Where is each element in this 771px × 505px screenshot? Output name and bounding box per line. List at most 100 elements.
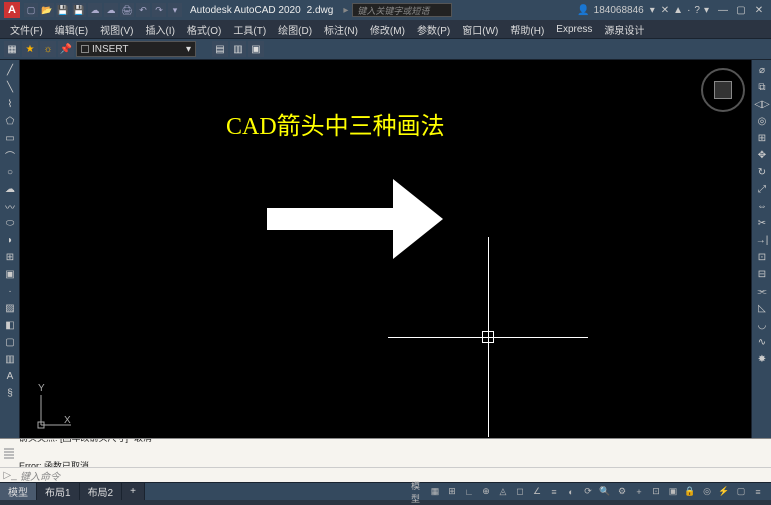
erase-tool-icon[interactable]: ⌀ bbox=[754, 62, 770, 78]
helix-tool-icon[interactable]: § bbox=[2, 385, 18, 401]
xline-tool-icon[interactable]: ╲ bbox=[2, 79, 18, 95]
workspace-icon[interactable]: ⚙ bbox=[615, 485, 629, 499]
customization-icon[interactable]: ≡ bbox=[751, 485, 765, 499]
point-tool-icon[interactable]: · bbox=[2, 283, 18, 299]
command-grip-icon[interactable] bbox=[4, 448, 16, 459]
ortho-toggle-icon[interactable]: ∟ bbox=[462, 485, 476, 499]
annotation-monitor-icon[interactable]: + bbox=[632, 485, 646, 499]
hatch-tool-icon[interactable]: ▨ bbox=[2, 300, 18, 316]
spline-tool-icon[interactable]: 〰 bbox=[2, 198, 18, 214]
break-point-icon[interactable]: ⊡ bbox=[754, 249, 770, 265]
social-icon[interactable]: ▲ bbox=[673, 5, 683, 16]
ellipse-tool-icon[interactable]: ⬭ bbox=[2, 215, 18, 231]
isodraft-toggle-icon[interactable]: ◬ bbox=[496, 485, 510, 499]
chamfer-tool-icon[interactable]: ◺ bbox=[754, 300, 770, 316]
grid-toggle-icon[interactable]: ▦ bbox=[428, 485, 442, 499]
layer-pin-icon[interactable]: 📌 bbox=[58, 41, 74, 57]
menu-help[interactable]: 帮助(H) bbox=[506, 20, 548, 39]
redo-icon[interactable]: ↷ bbox=[152, 3, 166, 17]
stretch-tool-icon[interactable]: ⇔ bbox=[754, 198, 770, 214]
table-tool-icon[interactable]: ▥ bbox=[2, 351, 18, 367]
new-icon[interactable]: ▢ bbox=[24, 3, 38, 17]
view-cube[interactable] bbox=[701, 68, 745, 112]
layer-tool1-icon[interactable]: ▤ bbox=[212, 41, 228, 57]
minimize-button[interactable]: — bbox=[715, 3, 731, 17]
command-prompt-icon[interactable]: ▷_ bbox=[4, 470, 16, 482]
menu-edit[interactable]: 编辑(E) bbox=[51, 20, 92, 39]
menu-file[interactable]: 文件(F) bbox=[6, 20, 47, 39]
plot-icon[interactable]: 🖨 bbox=[120, 3, 134, 17]
menu-modify[interactable]: 修改(M) bbox=[366, 20, 409, 39]
cloud-open-icon[interactable]: ☁ bbox=[88, 3, 102, 17]
join-tool-icon[interactable]: ⫘ bbox=[754, 283, 770, 299]
lock-ui-icon[interactable]: 🔒 bbox=[683, 485, 697, 499]
lineweight-toggle-icon[interactable]: ≡ bbox=[547, 485, 561, 499]
help-icon[interactable]: ? bbox=[694, 5, 700, 16]
fillet-tool-icon[interactable]: ◡ bbox=[754, 317, 770, 333]
help-search-input[interactable]: 键入关键字或短语 bbox=[352, 3, 452, 17]
trim-tool-icon[interactable]: ✂ bbox=[754, 215, 770, 231]
line-tool-icon[interactable]: ╱ bbox=[2, 62, 18, 78]
saveas-icon[interactable]: 💾 bbox=[72, 3, 86, 17]
polygon-tool-icon[interactable]: ⬠ bbox=[2, 113, 18, 129]
open-icon[interactable]: 📂 bbox=[40, 3, 54, 17]
layer-properties-icon[interactable]: ▦ bbox=[4, 41, 20, 57]
blend-tool-icon[interactable]: ∿ bbox=[754, 334, 770, 350]
break-tool-icon[interactable]: ⊟ bbox=[754, 266, 770, 282]
tab-model[interactable]: 模型 bbox=[0, 483, 37, 500]
extend-tool-icon[interactable]: →| bbox=[754, 232, 770, 248]
ellipse-arc-tool-icon[interactable]: ◗ bbox=[2, 232, 18, 248]
copy-tool-icon[interactable]: ⧉ bbox=[754, 79, 770, 95]
circle-tool-icon[interactable]: ○ bbox=[2, 164, 18, 180]
annotation-scale-icon[interactable]: 🔍 bbox=[598, 485, 612, 499]
transparency-toggle-icon[interactable]: ◐ bbox=[564, 485, 578, 499]
menu-dimension[interactable]: 标注(N) bbox=[320, 20, 362, 39]
mirror-tool-icon[interactable]: ◁▷ bbox=[754, 96, 770, 112]
menu-yuanquan[interactable]: 源泉设计 bbox=[600, 20, 648, 39]
quick-properties-icon[interactable]: ▣ bbox=[666, 485, 680, 499]
layer-gear-icon[interactable]: ☼ bbox=[40, 41, 56, 57]
menu-window[interactable]: 窗口(W) bbox=[458, 20, 502, 39]
offset-tool-icon[interactable]: ◎ bbox=[754, 113, 770, 129]
layer-dropdown[interactable]: INSERT ▾ bbox=[76, 41, 196, 57]
drawing-canvas[interactable]: CAD箭头中三种画法 Y X bbox=[20, 60, 751, 438]
close-button[interactable]: ✕ bbox=[751, 3, 767, 17]
app-logo[interactable]: A bbox=[4, 2, 20, 18]
rectangle-tool-icon[interactable]: ▭ bbox=[2, 130, 18, 146]
explode-tool-icon[interactable]: ✸ bbox=[754, 351, 770, 367]
exchange-icon[interactable]: ✕ bbox=[661, 5, 669, 16]
units-icon[interactable]: ⊡ bbox=[649, 485, 663, 499]
arc-tool-icon[interactable]: ⌒ bbox=[2, 147, 18, 163]
region-tool-icon[interactable]: ▢ bbox=[2, 334, 18, 350]
menu-express[interactable]: Express bbox=[552, 22, 596, 37]
menu-parametric[interactable]: 参数(P) bbox=[413, 20, 454, 39]
insert-block-icon[interactable]: ⊞ bbox=[2, 249, 18, 265]
menu-view[interactable]: 视图(V) bbox=[96, 20, 137, 39]
signin-icon[interactable]: 👤 bbox=[577, 5, 589, 16]
move-tool-icon[interactable]: ✥ bbox=[754, 147, 770, 163]
make-block-icon[interactable]: ▣ bbox=[2, 266, 18, 282]
mtext-tool-icon[interactable]: A bbox=[2, 368, 18, 384]
layer-tool2-icon[interactable]: ▥ bbox=[230, 41, 246, 57]
tab-add[interactable]: + bbox=[122, 483, 145, 500]
isolate-objects-icon[interactable]: ◎ bbox=[700, 485, 714, 499]
clean-screen-icon[interactable]: ▢ bbox=[734, 485, 748, 499]
menu-draw[interactable]: 绘图(D) bbox=[274, 20, 316, 39]
maximize-button[interactable]: ▢ bbox=[733, 3, 749, 17]
user-id[interactable]: 184068846 bbox=[594, 5, 644, 16]
rotate-tool-icon[interactable]: ↻ bbox=[754, 164, 770, 180]
command-input[interactable]: 键入命令 bbox=[20, 468, 767, 484]
layer-star-icon[interactable]: ★ bbox=[22, 41, 38, 57]
menu-tools[interactable]: 工具(T) bbox=[229, 20, 270, 39]
undo-icon[interactable]: ↶ bbox=[136, 3, 150, 17]
array-tool-icon[interactable]: ⊞ bbox=[754, 130, 770, 146]
otrack-toggle-icon[interactable]: ∠ bbox=[530, 485, 544, 499]
menu-insert[interactable]: 插入(I) bbox=[141, 20, 178, 39]
snap-toggle-icon[interactable]: ⊞ bbox=[445, 485, 459, 499]
polar-toggle-icon[interactable]: ⊕ bbox=[479, 485, 493, 499]
save-icon[interactable]: 💾 bbox=[56, 3, 70, 17]
model-space-toggle[interactable]: 模型 bbox=[411, 485, 425, 499]
scale-tool-icon[interactable]: ⤢ bbox=[754, 181, 770, 197]
selection-cycling-icon[interactable]: ⟳ bbox=[581, 485, 595, 499]
menu-format[interactable]: 格式(O) bbox=[183, 20, 225, 39]
